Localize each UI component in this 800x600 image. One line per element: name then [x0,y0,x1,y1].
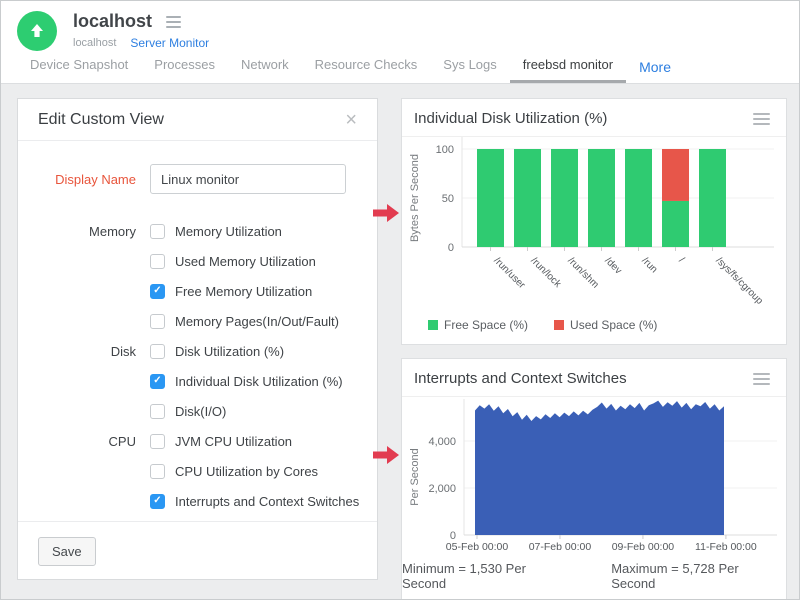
option-label: Used Memory Utilization [175,254,316,269]
tab-bar: Device SnapshotProcessesNetworkResource … [1,51,799,84]
svg-text:Per Second: Per Second [409,448,421,505]
checkbox-cpu-utilization-by-cores[interactable] [150,464,165,479]
checkbox-individual-disk-utilization-[interactable]: ✓ [150,374,165,389]
display-name-row: Display Name [18,164,377,194]
up-arrow-icon [28,22,46,40]
host-name: localhost [73,37,116,49]
server-monitor-page: localhost localhost Server Monitor Devic… [0,0,800,600]
tab-device-snapshot[interactable]: Device Snapshot [17,49,141,83]
main-content: Edit Custom View × Display Name MemoryMe… [1,84,799,565]
close-icon[interactable]: × [345,110,357,130]
checkbox-free-memory-utilization[interactable]: ✓ [150,284,165,299]
option-label: Individual Disk Utilization (%) [175,374,343,389]
svg-text:09-Feb 00:00: 09-Feb 00:00 [612,541,675,553]
group-label-cpu: CPU [18,434,150,449]
legend-item: Used Space (%) [554,318,657,332]
svg-text:07-Feb 00:00: 07-Feb 00:00 [529,541,592,553]
option-label: Memory Utilization [175,224,282,239]
disk-chart-legend: Free Space (%) Used Space (%) [402,314,786,344]
svg-text:2,000: 2,000 [428,483,456,495]
monitor-status-avatar [17,11,57,51]
svg-text:/run/shm: /run/shm [565,255,600,290]
display-name-input[interactable] [150,164,346,194]
group-label-disk: Disk [18,344,150,359]
option-label: Interrupts and Context Switches [175,494,359,509]
dialog-title: Edit Custom View [38,111,164,129]
svg-text:/run/user: /run/user [491,255,527,291]
disk-utilization-card: Individual Disk Utilization (%) 0 50 100/r… [401,98,787,345]
interrupts-chart-title: Interrupts and Context Switches [414,370,627,387]
server-monitor-link[interactable]: Server Monitor [130,36,209,50]
svg-text:4,000: 4,000 [428,436,456,448]
interrupts-chart-menu-icon[interactable] [751,371,772,387]
checkbox-jvm-cpu-utilization[interactable] [150,434,165,449]
option-row: Memory Pages(In/Out/Fault) [18,306,377,336]
option-row: CPU JVM CPU Utilization [18,426,377,456]
svg-text:/dev: /dev [602,255,623,276]
option-label: Disk Utilization (%) [175,344,284,359]
svg-text:100: 100 [436,144,454,156]
svg-text:11-Feb 00:00: 11-Feb 00:00 [695,541,757,553]
option-label: Memory Pages(In/Out/Fault) [175,314,339,329]
tab-sys-logs[interactable]: Sys Logs [430,49,509,83]
option-label: JVM CPU Utilization [175,434,292,449]
tab-resource-checks[interactable]: Resource Checks [302,49,431,83]
tab-freebsd-monitor[interactable]: freebsd monitor [510,49,626,83]
disk-chart-title: Individual Disk Utilization (%) [414,110,607,127]
svg-text:/sys/fs/cgroup: /sys/fs/cgroup [713,255,765,307]
svg-text:/: / [676,255,686,265]
checkbox-disk-utilization-[interactable] [150,344,165,359]
legend-item: Free Space (%) [428,318,528,332]
svg-text:0: 0 [448,242,454,254]
save-button[interactable]: Save [38,537,96,566]
option-row: Used Memory Utilization [18,246,377,276]
pointer-arrow-interrupts-chart [373,445,400,465]
interrupts-area-chart: 02,0004,00005-Feb 00:0007-Feb 00:0009-Fe… [402,397,788,553]
option-row: CPU Utilization by Cores [18,456,377,486]
option-row: Memory Memory Utilization [18,216,377,246]
maximum-value: Maximum = 5,728 Per Second [611,561,786,591]
checkbox-interrupts-and-context-switches[interactable]: ✓ [150,494,165,509]
option-row: ✓ Interrupts and Context Switches [18,486,377,516]
edit-custom-view-dialog: Edit Custom View × Display Name MemoryMe… [17,98,378,580]
legend-swatch [428,320,438,330]
checkbox-memory-utilization[interactable] [150,224,165,239]
metric-options-list: Memory Memory Utilization Used Memory Util… [18,216,377,516]
option-label: Disk(I/O) [175,404,226,419]
svg-text:/run: /run [639,255,659,275]
charts-column: Individual Disk Utilization (%) 0 50 100/r… [401,98,787,600]
interrupts-chart-legend: Processor Inte...Context Switch.. [402,593,786,600]
group-label-memory: Memory [18,224,150,239]
svg-text:Bytes Per Second: Bytes Per Second [409,154,421,242]
option-row: ✓ Free Memory Utilization [18,276,377,306]
disk-chart-menu-icon[interactable] [751,111,772,127]
page-title: localhost [73,11,152,32]
app-header: localhost localhost Server Monitor [1,1,799,51]
display-name-label: Display Name [18,172,150,187]
disk-utilization-bar-chart: 0 50 100/run/user/run/lock/run/shm/dev/run… [402,137,788,309]
option-label: Free Memory Utilization [175,284,312,299]
svg-text:50: 50 [442,193,454,205]
option-row: Disk Disk Utilization (%) [18,336,377,366]
tab-network[interactable]: Network [228,49,302,83]
header-menu-icon[interactable] [164,14,183,30]
checkbox-disk-i-o-[interactable] [150,404,165,419]
option-row: Disk(I/O) [18,396,377,426]
option-row: ✓ Individual Disk Utilization (%) [18,366,377,396]
tab-more[interactable]: More [626,51,684,83]
pointer-arrow-disk-chart [373,203,400,223]
svg-text:/run/lock: /run/lock [528,255,563,290]
interrupts-card: Interrupts and Context Switches 02,0004,… [401,358,787,600]
checkbox-memory-pages-in-out-fault-[interactable] [150,314,165,329]
minimum-value: Minimum = 1,530 Per Second [402,561,573,591]
svg-text:05-Feb 00:00: 05-Feb 00:00 [446,541,509,553]
option-label: CPU Utilization by Cores [175,464,318,479]
legend-swatch [554,320,564,330]
checkbox-used-memory-utilization[interactable] [150,254,165,269]
tab-processes[interactable]: Processes [141,49,228,83]
